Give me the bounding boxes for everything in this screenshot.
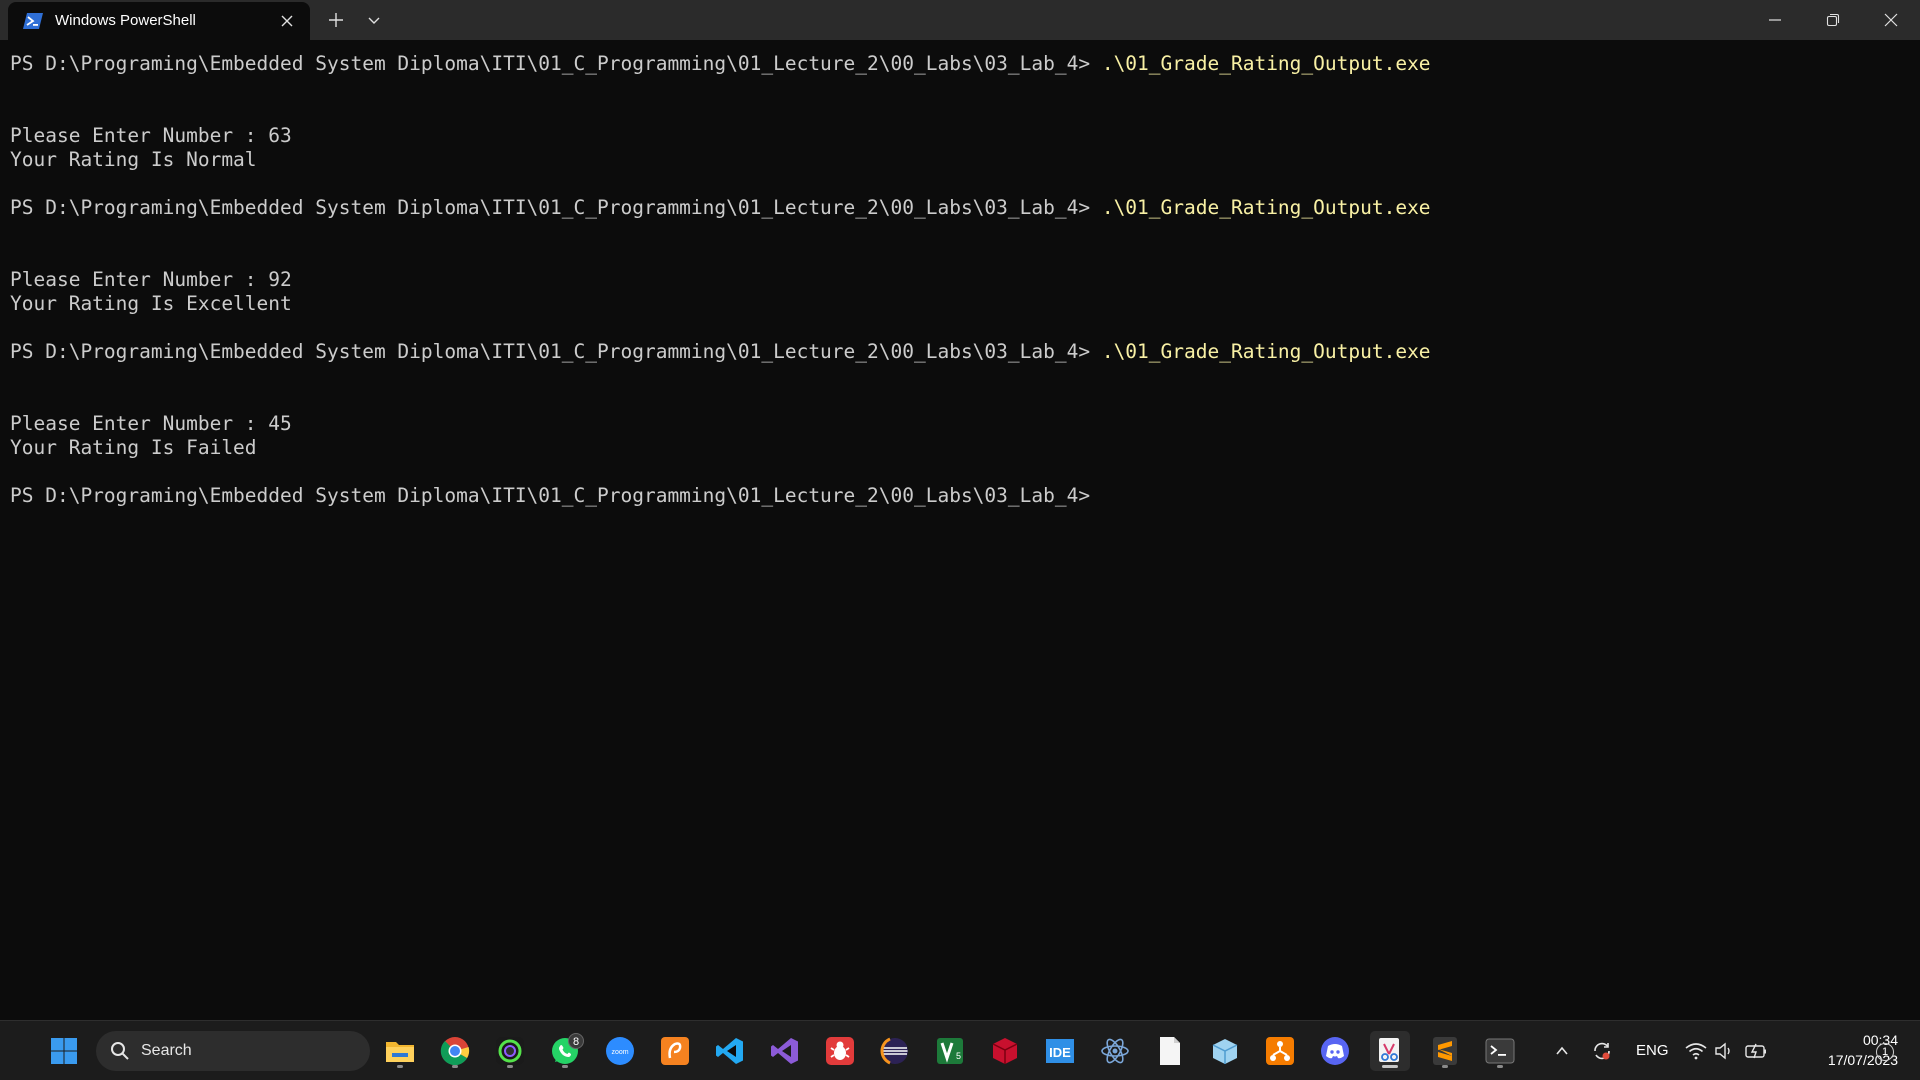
sync-icon[interactable] — [1590, 1039, 1614, 1063]
search-icon — [110, 1041, 130, 1066]
volume-icon[interactable] — [1713, 1039, 1737, 1063]
whatsapp-icon[interactable]: 8 — [545, 1031, 585, 1071]
prompt-line: PS D:\Programing\Embedded System Diploma… — [10, 340, 1431, 364]
zoom-icon[interactable]: zoom — [600, 1031, 640, 1071]
battery-icon[interactable] — [1744, 1039, 1768, 1063]
close-button[interactable] — [1862, 0, 1920, 40]
snipping-tool-icon[interactable] — [1370, 1031, 1410, 1071]
start-button[interactable] — [44, 1031, 84, 1071]
command-text: .\01_Grade_Rating_Output.exe — [1101, 196, 1431, 219]
close-icon — [1884, 13, 1898, 27]
prompt-text: PS D:\Programing\Embedded System Diploma… — [10, 52, 1102, 75]
minimize-icon — [1769, 19, 1781, 21]
prompt-line: PS D:\Programing\Embedded System Diploma… — [10, 484, 1090, 508]
box-app-icon[interactable] — [1205, 1031, 1245, 1071]
prompt-text: PS D:\Programing\Embedded System Diploma… — [10, 484, 1091, 507]
svg-text:IDE: IDE — [1049, 1045, 1071, 1060]
windows-icon — [51, 1038, 77, 1064]
bug-tool-icon[interactable] — [820, 1031, 860, 1071]
running-indicator — [562, 1065, 568, 1068]
atom-icon[interactable] — [1095, 1031, 1135, 1071]
ide-icon[interactable]: IDE — [1040, 1031, 1080, 1071]
output-line: Your Rating Is Failed — [10, 436, 257, 459]
taskbar: Search 8 zoom 5 IDE ENG 00:34 17/07/2023… — [0, 1020, 1920, 1080]
blank-file-icon[interactable] — [1150, 1031, 1190, 1071]
command-text: .\01_Grade_Rating_Output.exe — [1101, 340, 1431, 363]
running-indicator — [1442, 1065, 1448, 1068]
output-line: Your Rating Is Excellent — [10, 292, 292, 315]
prompt-text: PS D:\Programing\Embedded System Diploma… — [10, 196, 1102, 219]
output-line: Please Enter Number : 63 — [10, 124, 292, 147]
title-bar: Windows PowerShell — [0, 0, 1920, 40]
running-indicator — [397, 1065, 403, 1068]
3d-box-icon[interactable] — [985, 1031, 1025, 1071]
chevron-up-icon[interactable] — [1550, 1039, 1574, 1063]
language-indicator[interactable]: ENG — [1636, 1042, 1669, 1059]
output-line: Please Enter Number : 92 — [10, 268, 292, 291]
running-indicator — [1382, 1065, 1398, 1068]
new-tab-icon[interactable] — [326, 10, 346, 30]
camera-app-icon[interactable] — [490, 1031, 530, 1071]
minimize-button[interactable] — [1746, 0, 1804, 40]
terminal-icon[interactable] — [1480, 1031, 1520, 1071]
restore-button[interactable] — [1804, 0, 1862, 40]
running-indicator — [1497, 1065, 1503, 1068]
file-explorer-icon[interactable] — [380, 1031, 420, 1071]
tab-close-icon[interactable] — [278, 12, 296, 30]
powershell-icon — [23, 12, 43, 30]
tab-powershell[interactable]: Windows PowerShell — [8, 2, 310, 40]
svg-text:5: 5 — [956, 1051, 961, 1061]
discord-icon[interactable] — [1315, 1031, 1355, 1071]
running-indicator — [452, 1065, 458, 1068]
running-indicator — [507, 1065, 513, 1068]
wifi-icon[interactable] — [1684, 1039, 1708, 1063]
svg-text:zoom: zoom — [611, 1049, 628, 1056]
chevron-down-icon[interactable] — [364, 10, 384, 30]
console-output[interactable]: PS D:\Programing\Embedded System Diploma… — [10, 52, 1910, 1012]
v5-app-icon[interactable]: 5 — [930, 1031, 970, 1071]
output-line: Please Enter Number : 45 — [10, 412, 292, 435]
prompt-line: PS D:\Programing\Embedded System Diploma… — [10, 196, 1431, 220]
taskbar-search[interactable]: Search — [96, 1031, 370, 1071]
eclipse-icon[interactable] — [875, 1031, 915, 1071]
pdf-editor-icon[interactable] — [655, 1031, 695, 1071]
search-label: Search — [141, 1042, 192, 1059]
prompt-line: PS D:\Programing\Embedded System Diploma… — [10, 52, 1431, 76]
notification-count[interactable]: 1 — [1876, 1043, 1894, 1061]
vscode-icon[interactable] — [710, 1031, 750, 1071]
output-line: Your Rating Is Normal — [10, 148, 257, 171]
sublime-text-icon[interactable] — [1425, 1031, 1465, 1071]
restore-icon — [1826, 13, 1840, 27]
sublime-merge-icon[interactable] — [1260, 1031, 1300, 1071]
notification-badge: 8 — [568, 1033, 584, 1049]
tab-title: Windows PowerShell — [55, 12, 196, 29]
command-text: .\01_Grade_Rating_Output.exe — [1101, 52, 1431, 75]
prompt-text: PS D:\Programing\Embedded System Diploma… — [10, 340, 1102, 363]
chrome-icon[interactable] — [435, 1031, 475, 1071]
visual-studio-icon[interactable] — [765, 1031, 805, 1071]
